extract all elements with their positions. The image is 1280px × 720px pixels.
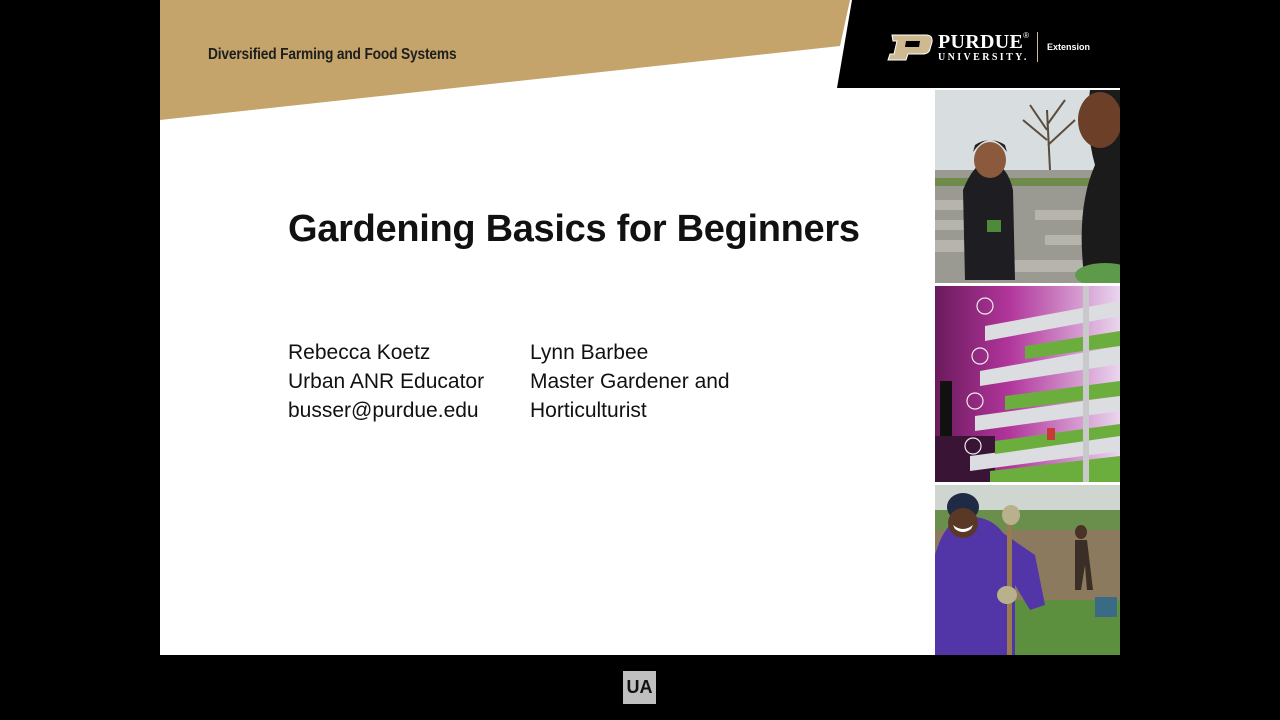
logo-name: PURDUE: [938, 30, 1024, 53]
presenter-email: busser@purdue.edu: [288, 399, 479, 422]
presenter-block: Lynn Barbee Master Gardener and Horticul…: [530, 338, 730, 425]
presenter-block: Rebecca Koetz Urban ANR Educator busser@…: [288, 338, 484, 425]
presenter-name: Rebecca Koetz: [288, 341, 431, 364]
trademark-symbol: ®: [1023, 30, 1030, 40]
purdue-p-icon: [887, 34, 933, 61]
community-garden-photo: [935, 90, 1120, 283]
slide-title: Gardening Basics for Beginners: [288, 208, 860, 250]
ua-badge: UA: [623, 671, 656, 704]
purdue-extension-logo: PURDUE® UNIVERSITY. Extension: [884, 30, 1090, 64]
presenter-role: Master Gardener and: [530, 370, 730, 393]
logo-university: UNIVERSITY.: [938, 51, 1029, 63]
logo-extension: Extension: [1047, 42, 1091, 52]
logo-divider: [1037, 32, 1039, 62]
hydroponic-rack-photo: [935, 286, 1120, 482]
presenter-role: Urban ANR Educator: [288, 370, 485, 393]
farmer-shovel-photo: [935, 485, 1120, 655]
presenter-name: Lynn Barbee: [530, 341, 649, 364]
presenter-role-cont: Horticulturist: [530, 399, 647, 422]
presentation-slide: Diversified Farming and Food Systems PUR…: [160, 0, 1120, 655]
slide-subtitle: Diversified Farming and Food Systems: [208, 46, 457, 63]
